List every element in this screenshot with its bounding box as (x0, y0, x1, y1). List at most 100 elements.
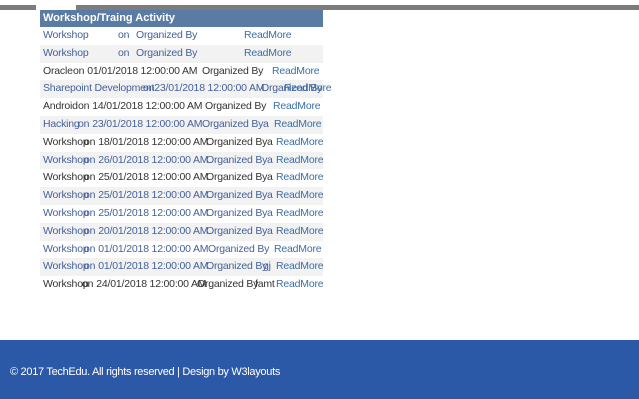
activity-date: on 01/01/2018 12:00:00 AM (84, 258, 209, 276)
on-label: on (82, 278, 94, 291)
organized-by-label: Organized By (206, 224, 268, 237)
readmore-link[interactable]: ReadMore (276, 205, 324, 223)
activity-name: Oracle (43, 64, 73, 77)
readmore-link[interactable]: ReadMore (276, 276, 324, 294)
on-label: on (118, 46, 130, 59)
readmore-link[interactable]: ReadMore (276, 152, 324, 170)
activity-name: Workshop (43, 29, 89, 41)
table-row: Hacking on 23/01/2018 12:00:00 AM Organized… (40, 115, 323, 134)
activity-date: on 01/01/2018 12:00:00 AM (73, 63, 198, 81)
organized-by-label: Organized By (206, 171, 268, 184)
organized-by-label: Organized By (202, 117, 264, 130)
activity-name: Workshop (43, 260, 89, 273)
activity-date: on 18/01/2018 12:00:00 AM (84, 134, 209, 152)
date-text: 23/01/2018 12:00:00 AM (154, 82, 265, 95)
readmore-link[interactable]: ReadMore (244, 45, 292, 63)
footer: © 2017 TechEdu. All rights reserved | De… (0, 340, 639, 399)
organizer-name: a (267, 224, 273, 237)
organizer-name: gj (263, 260, 271, 273)
on-label: on (78, 100, 90, 113)
on-label: on (84, 171, 96, 184)
activity-name: Workshop (43, 242, 89, 255)
organized-by-label: Organized By (206, 153, 268, 166)
on-label: on (84, 224, 96, 237)
table-row: Workshop on 25/01/2018 12:00:00 AM Organize… (40, 169, 324, 187)
organized-by-label: Organized By (206, 189, 268, 202)
readmore-link[interactable]: ReadMore (276, 187, 324, 205)
organizer-name: a (267, 171, 273, 184)
date-text: 25/01/2018 12:00:00 AM (98, 189, 209, 202)
activity-name: Workshop (43, 206, 89, 219)
activity-name: Hacking (43, 117, 80, 130)
organizer-name: a (267, 153, 273, 166)
table-title: Workshop/Traing Activity (40, 10, 323, 27)
activity-name: Workshop (43, 171, 89, 184)
date-text: 23/01/2018 12:00:00 AM (92, 117, 203, 130)
readmore-link[interactable]: ReadMore (276, 258, 324, 276)
readmore-link[interactable]: ReadMore (274, 116, 322, 134)
on-label: on (84, 206, 96, 219)
activity-date: on 26/01/2018 12:00:00 AM (84, 152, 209, 170)
date-text: 20/01/2018 12:00:00 AM (98, 224, 209, 237)
activity-name: Workshop (43, 46, 89, 59)
readmore-link[interactable]: ReadMore (276, 134, 324, 152)
date-text: 26/01/2018 12:00:00 AM (98, 153, 209, 166)
on-label: on (84, 135, 96, 148)
organizer-name: famt (255, 278, 275, 291)
on-label: on (84, 260, 96, 273)
organized-by-label: Organized By (136, 29, 198, 41)
activity-date: on 25/01/2018 12:00:00 AM (84, 205, 209, 223)
date-text: 18/01/2018 12:00:00 AM (98, 135, 209, 148)
organized-by-label: Organized By (202, 64, 264, 77)
date-text: 01/01/2018 12:00:00 AM (98, 260, 209, 273)
organized-by-label: Organized By (208, 242, 270, 255)
organized-by-label: Organized By (136, 46, 198, 59)
readmore-link[interactable]: ReadMore (276, 223, 324, 241)
readmore-link[interactable]: ReadMore (284, 80, 332, 98)
table-row: Workshop on Organized By ReadMore (40, 44, 323, 63)
table-row: Workshop on 01/01/2018 12:00:00 AM Organize… (40, 241, 323, 259)
readmore-link[interactable]: ReadMore (273, 98, 321, 116)
activity-name: Workshop (43, 153, 89, 166)
organizer-name: a (263, 117, 269, 130)
on-label: on (84, 242, 96, 255)
table-row: Workshop on 18/01/2018 12:00:00 AM Organize… (40, 134, 324, 152)
date-text: 25/01/2018 12:00:00 AM (98, 206, 209, 219)
on-label: on (78, 117, 90, 130)
activity-table: Workshop/Traing Activity Workshop on Organ… (40, 10, 332, 294)
on-label: on (118, 29, 130, 41)
footer-copyright: © 2017 TechEdu. All rights reserved | De… (10, 366, 281, 378)
table-row: Sharepoint Development on23/01/2018 12:00… (40, 80, 332, 99)
on-label: on (84, 189, 96, 202)
activity-date: on 01/01/2018 12:00:00 AM (84, 241, 209, 259)
date-text: 14/01/2018 12:00:00 AM (92, 100, 203, 113)
table-row: Workshop on 01/01/2018 12:00:00 AM Organize… (40, 258, 324, 277)
on-label: on (143, 82, 155, 95)
activity-date: on 25/01/2018 12:00:00 AM (84, 187, 209, 205)
date-text: 01/01/2018 12:00:00 AM (98, 242, 209, 255)
table-body: Workshop on Organized By ReadMore Workshop on… (40, 27, 332, 294)
activity-name: Workshop (43, 224, 89, 237)
table-row: Workshop on 20/01/2018 12:00:00 AM Organize… (40, 222, 324, 241)
activity-date: on 14/01/2018 12:00:00 AM (78, 98, 203, 116)
table-row: Android on 14/01/2018 12:00:00 AM Organized… (40, 98, 323, 116)
organized-by-label: Organized By (205, 100, 267, 113)
activity-date: on 20/01/2018 12:00:00 AM (84, 223, 209, 241)
readmore-link[interactable]: ReadMore (272, 63, 320, 81)
date-text: 25/01/2018 12:00:00 AM (98, 171, 209, 184)
table-row: Workshop on 25/01/2018 12:00:00 AM Organize… (40, 205, 324, 223)
organized-by-label: Organized By (206, 135, 268, 148)
readmore-link[interactable]: ReadMore (276, 169, 324, 187)
table-row: Workshop on 26/01/2018 12:00:00 AM Organize… (40, 151, 324, 170)
organizer-name: a (267, 189, 273, 202)
activity-date: on (118, 45, 132, 63)
date-text: 01/01/2018 12:00:00 AM (87, 64, 198, 77)
activity-name: Android (43, 100, 78, 113)
readmore-link[interactable]: ReadMore (244, 27, 292, 45)
on-label: on (84, 153, 96, 166)
organizer-name: a (267, 206, 273, 219)
organized-by-label: Organized By (206, 206, 268, 219)
activity-name: Workshop (43, 135, 89, 148)
readmore-link[interactable]: ReadMore (274, 241, 322, 259)
table-row: Workshop on Organized By ReadMore (40, 27, 323, 45)
